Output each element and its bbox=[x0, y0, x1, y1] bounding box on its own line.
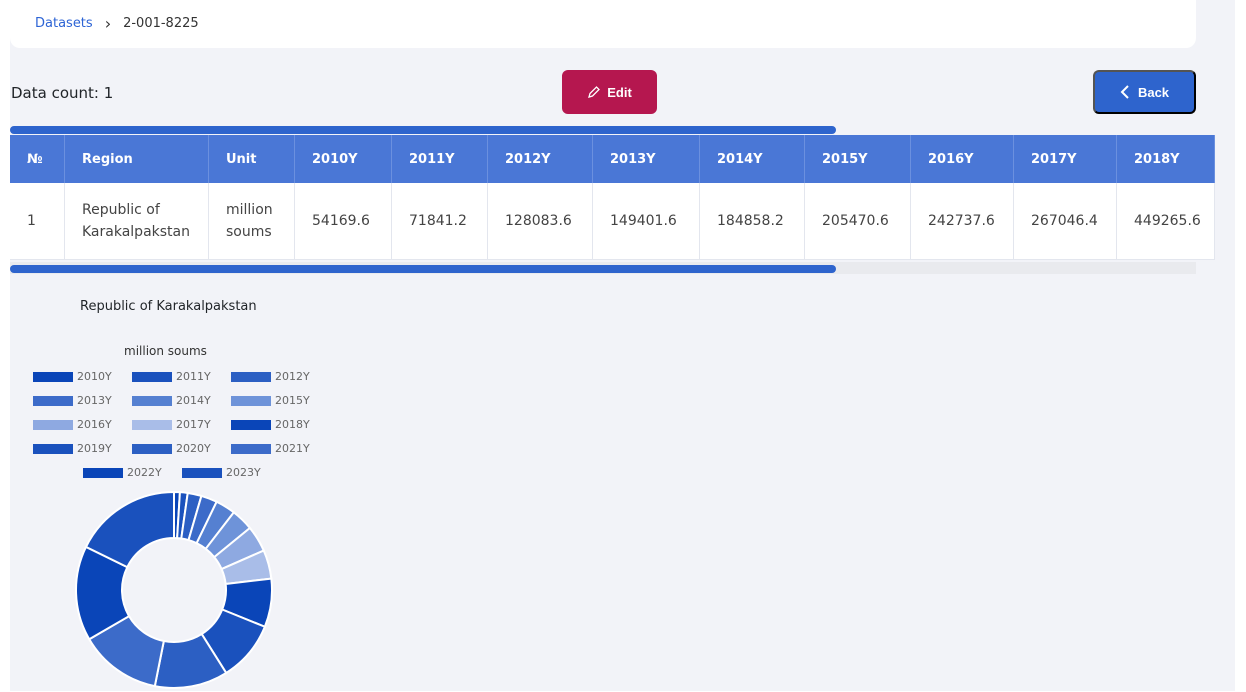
column-header[interactable]: 2017Y bbox=[1013, 135, 1117, 183]
legend-swatch bbox=[33, 395, 73, 406]
column-header[interactable]: № bbox=[10, 135, 65, 183]
legend-swatch bbox=[33, 371, 73, 382]
back-button-label: Back bbox=[1137, 84, 1170, 100]
legend-item[interactable]: 2013Y bbox=[33, 394, 112, 407]
breadcrumb: Datasets › 2-001-8225 bbox=[35, 14, 199, 33]
legend-swatch bbox=[33, 419, 73, 430]
legend-swatch bbox=[132, 371, 172, 382]
legend-label: 2019Y bbox=[77, 442, 112, 455]
table-cell: 267046.4 bbox=[1013, 183, 1117, 260]
legend-swatch bbox=[231, 419, 271, 430]
table-cell: 128083.6 bbox=[487, 183, 593, 260]
chevron-right-icon: › bbox=[104, 14, 112, 33]
table-row[interactable]: 1 Republic of Karakalpakstan million sou… bbox=[10, 183, 1215, 260]
legend-label: 2021Y bbox=[275, 442, 310, 455]
legend-label: 2015Y bbox=[275, 394, 310, 407]
legend-swatch bbox=[231, 371, 271, 382]
legend-item[interactable]: 2016Y bbox=[33, 418, 112, 431]
column-header[interactable]: 2012Y bbox=[487, 135, 593, 183]
column-header[interactable]: Region bbox=[64, 135, 209, 183]
legend-swatch bbox=[83, 467, 123, 478]
legend-label: 2011Y bbox=[176, 370, 211, 383]
table-cell: 71841.2 bbox=[391, 183, 488, 260]
legend-swatch bbox=[132, 395, 172, 406]
column-header[interactable]: Unit bbox=[208, 135, 295, 183]
legend-item[interactable]: 2019Y bbox=[33, 442, 112, 455]
table-cell: Republic of Karakalpakstan bbox=[64, 183, 209, 260]
breadcrumb-current: 2-001-8225 bbox=[123, 16, 199, 31]
legend-label: 2022Y bbox=[127, 466, 162, 479]
table-cell: 242737.6 bbox=[910, 183, 1014, 260]
column-header[interactable]: 2016Y bbox=[910, 135, 1014, 183]
column-header[interactable]: 2014Y bbox=[699, 135, 805, 183]
legend-item[interactable]: 2017Y bbox=[132, 418, 211, 431]
legend-label: 2016Y bbox=[77, 418, 112, 431]
legend-label: 2014Y bbox=[176, 394, 211, 407]
table-cell: 449265.6 bbox=[1116, 183, 1215, 260]
legend-label: 2012Y bbox=[275, 370, 310, 383]
table-scrollbar-top[interactable] bbox=[10, 126, 836, 134]
legend-swatch bbox=[231, 443, 271, 454]
legend-swatch bbox=[132, 419, 172, 430]
legend-item[interactable]: 2014Y bbox=[132, 394, 211, 407]
table-cell: 1 bbox=[10, 183, 65, 260]
legend-label: 2010Y bbox=[77, 370, 112, 383]
legend-label: 2020Y bbox=[176, 442, 211, 455]
table-cell: 205470.6 bbox=[804, 183, 911, 260]
legend-item[interactable]: 2020Y bbox=[132, 442, 211, 455]
table-cell: 184858.2 bbox=[699, 183, 805, 260]
table-header-row: № Region Unit 2010Y 2011Y 2012Y 2013Y 20… bbox=[10, 135, 1215, 183]
column-header[interactable]: 2011Y bbox=[391, 135, 488, 183]
legend-label: 2018Y bbox=[275, 418, 310, 431]
legend-swatch bbox=[33, 443, 73, 454]
legend-item[interactable]: 2015Y bbox=[231, 394, 310, 407]
column-header[interactable]: 2018Y bbox=[1116, 135, 1215, 183]
column-header[interactable]: 2010Y bbox=[294, 135, 392, 183]
legend-swatch bbox=[132, 443, 172, 454]
legend-label: 2017Y bbox=[176, 418, 211, 431]
legend-swatch bbox=[182, 467, 222, 478]
column-header[interactable]: 2013Y bbox=[592, 135, 700, 183]
legend-item[interactable]: 2011Y bbox=[132, 370, 211, 383]
chevron-left-icon bbox=[1120, 85, 1129, 99]
legend-label: 2023Y bbox=[226, 466, 261, 479]
legend-item[interactable]: 2012Y bbox=[231, 370, 310, 383]
back-button[interactable]: Back bbox=[1093, 70, 1196, 114]
chart-subtitle: million soums bbox=[124, 344, 207, 358]
column-header[interactable]: 2015Y bbox=[804, 135, 911, 183]
chart-title: Republic of Karakalpakstan bbox=[80, 299, 257, 314]
legend-label: 2013Y bbox=[77, 394, 112, 407]
breadcrumb-card: Datasets › 2-001-8225 bbox=[10, 0, 1196, 48]
donut-chart bbox=[75, 490, 273, 689]
edit-button[interactable]: Edit bbox=[562, 70, 657, 114]
breadcrumb-datasets-link[interactable]: Datasets bbox=[35, 16, 93, 31]
legend-item[interactable]: 2010Y bbox=[33, 370, 112, 383]
data-count: Data count: 1 bbox=[11, 84, 114, 102]
table-cell: 149401.6 bbox=[592, 183, 700, 260]
legend-swatch bbox=[231, 395, 271, 406]
pencil-icon bbox=[588, 86, 601, 98]
data-table: № Region Unit 2010Y 2011Y 2012Y 2013Y 20… bbox=[10, 135, 1215, 260]
edit-button-label: Edit bbox=[607, 84, 632, 100]
legend-item[interactable]: 2023Y bbox=[182, 466, 261, 479]
legend-item[interactable]: 2021Y bbox=[231, 442, 310, 455]
legend-item[interactable]: 2022Y bbox=[83, 466, 162, 479]
table-scrollbar-bottom[interactable] bbox=[10, 265, 836, 273]
legend-item[interactable]: 2018Y bbox=[231, 418, 310, 431]
table-cell: 54169.6 bbox=[294, 183, 392, 260]
table-cell: million soums bbox=[208, 183, 295, 260]
